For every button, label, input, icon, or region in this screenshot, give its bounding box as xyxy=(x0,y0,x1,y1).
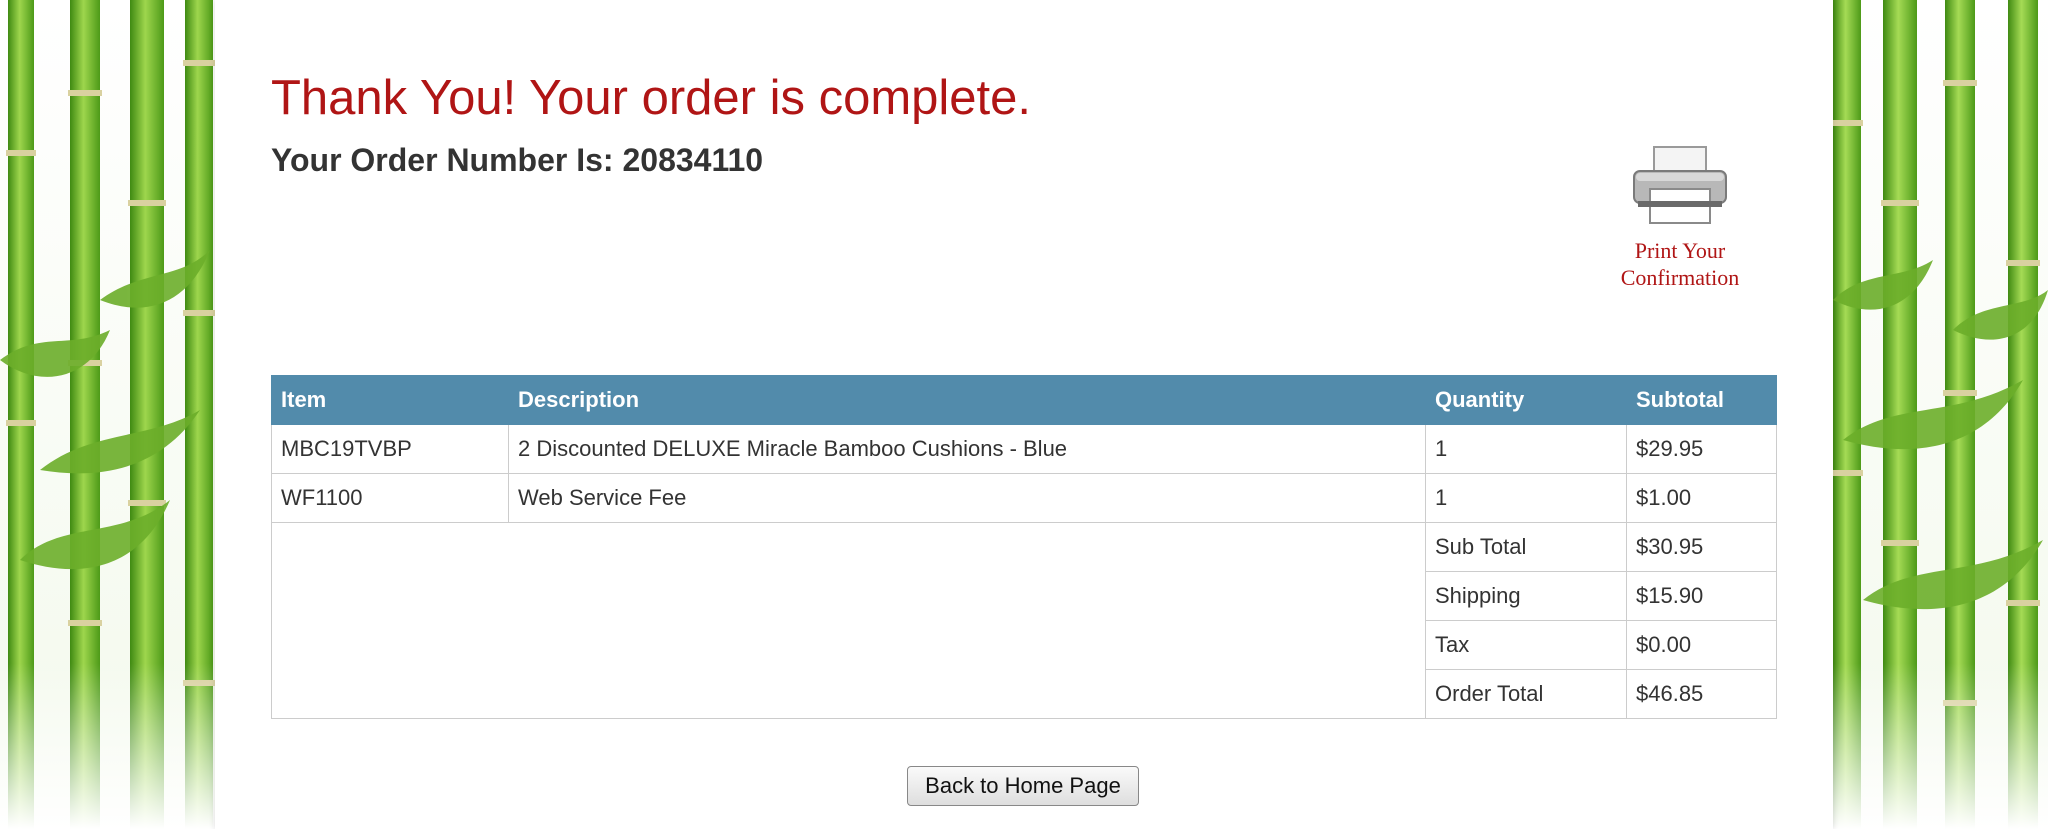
totals-label: Shipping xyxy=(1425,571,1627,621)
main-content: Thank You! Your order is complete. Your … xyxy=(215,0,1833,829)
bamboo-decoration-left xyxy=(0,0,215,829)
item-quantity: 1 xyxy=(1425,424,1627,474)
totals-value: $30.95 xyxy=(1626,522,1777,572)
print-confirmation-label: Print Your Confirmation xyxy=(1620,238,1740,290)
totals-value: $46.85 xyxy=(1626,669,1777,719)
header-item: Item xyxy=(271,375,509,425)
printer-icon xyxy=(1605,145,1755,229)
table-row: WF1100 Web Service Fee 1 $1.00 xyxy=(271,473,1777,523)
back-to-home-button[interactable]: Back to Home Page xyxy=(907,766,1139,806)
page-title: Thank You! Your order is complete. xyxy=(271,71,1032,125)
header-subtotal: Subtotal xyxy=(1626,375,1777,425)
totals-label: Tax xyxy=(1425,620,1627,670)
table-row: MBC19TVBP 2 Discounted DELUXE Miracle Ba… xyxy=(271,424,1777,474)
totals-row-subtotal: Sub Total $30.95 xyxy=(271,522,1777,719)
item-description: Web Service Fee xyxy=(508,473,1426,523)
totals-value: $0.00 xyxy=(1626,620,1777,670)
print-confirmation-link[interactable]: Print Your Confirmation xyxy=(1605,145,1755,291)
item-subtotal: $1.00 xyxy=(1626,473,1777,523)
order-number: Your Order Number Is: 20834110 xyxy=(271,142,764,178)
item-description: 2 Discounted DELUXE Miracle Bamboo Cushi… xyxy=(508,424,1426,474)
item-code: WF1100 xyxy=(271,473,509,523)
item-subtotal: $29.95 xyxy=(1626,424,1777,474)
order-table: Item Description Quantity Subtotal MBC19… xyxy=(271,375,1777,719)
table-header-row: Item Description Quantity Subtotal xyxy=(271,375,1777,425)
totals-label: Sub Total xyxy=(1425,522,1627,572)
totals-value: $15.90 xyxy=(1626,571,1777,621)
totals-spacer xyxy=(271,522,1426,719)
item-quantity: 1 xyxy=(1425,473,1627,523)
totals-label: Order Total xyxy=(1425,669,1627,719)
header-description: Description xyxy=(508,375,1426,425)
header-quantity: Quantity xyxy=(1425,375,1627,425)
item-code: MBC19TVBP xyxy=(271,424,509,474)
bamboo-decoration-right xyxy=(1833,0,2048,829)
